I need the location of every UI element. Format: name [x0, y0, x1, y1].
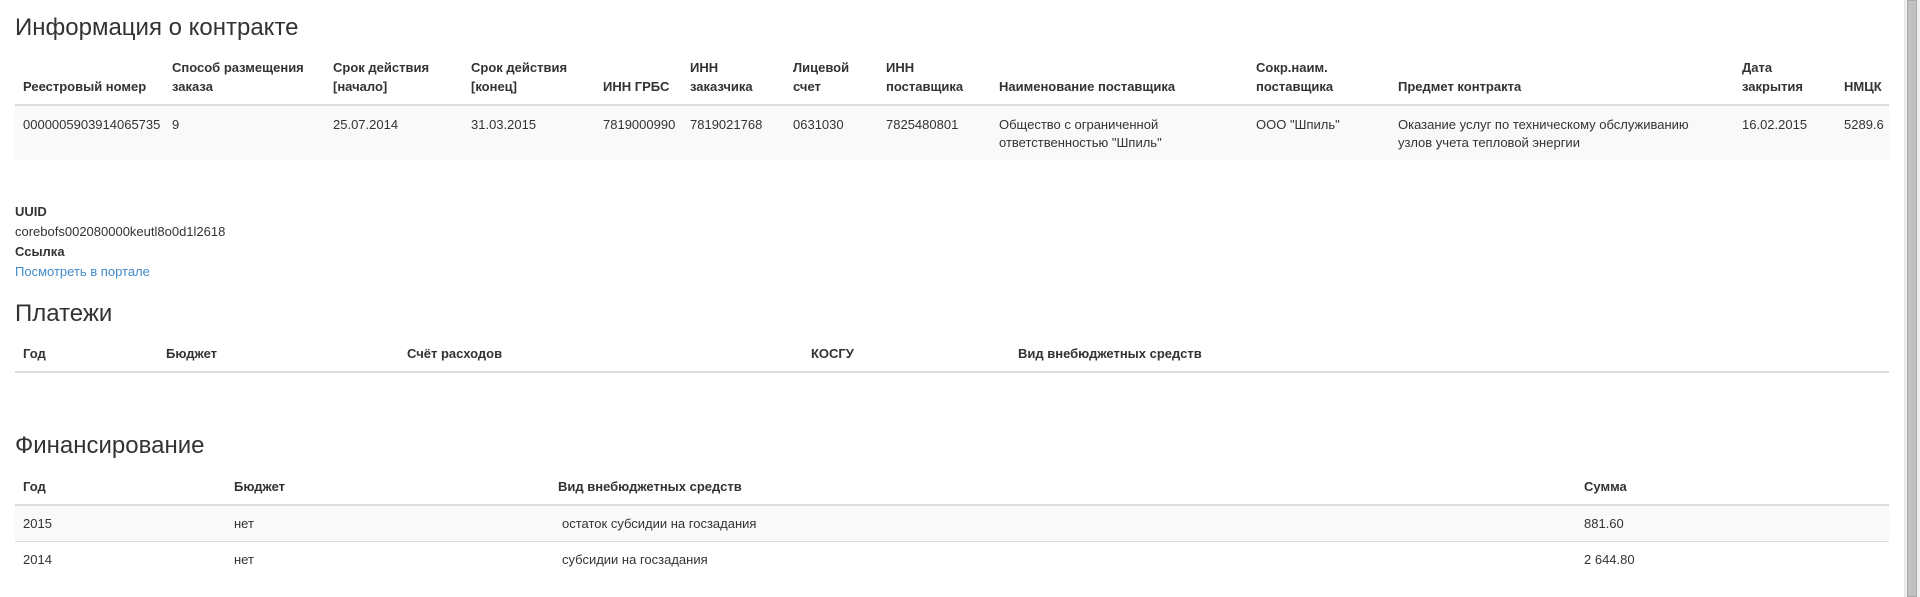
col-inn-supplier: ИНН поставщика	[878, 58, 991, 106]
col-budget: Бюджет	[158, 344, 399, 373]
col-term-end: Срок действия [конец]	[463, 58, 595, 106]
cell-supplier-short: ООО "Шпиль"	[1256, 117, 1340, 132]
col-account: Лицевой счет	[785, 58, 878, 106]
col-supplier-short: Сокр.наим. поставщика	[1248, 58, 1390, 106]
cell-offbudget-type: субсидии на госзадания	[562, 552, 708, 567]
cell-budget: нет	[234, 516, 254, 531]
cell-account: 0631030	[793, 117, 844, 132]
cell-subject: Оказание услуг по техническому обслужива…	[1398, 117, 1689, 150]
col-kosgu: КОСГУ	[803, 344, 1010, 373]
uuid-label: UUID	[15, 204, 47, 219]
col-inn-grbs: ИНН ГРБС	[595, 58, 682, 106]
col-registry-number: Реестровый номер	[15, 58, 164, 106]
contract-meta: UUID corebofs002080000keutl8o0d1l2618 Сс…	[15, 202, 225, 282]
cell-term-start: 25.07.2014	[333, 117, 399, 132]
col-offbudget-type: Вид внебюджетных средств	[1010, 344, 1889, 373]
payments-title: Платежи	[15, 300, 113, 327]
uuid-value: corebofs002080000keutl8o0d1l2618	[15, 224, 226, 239]
contract-header-row: Реестровый номер Способ размещения заказ…	[15, 58, 1889, 106]
vertical-scrollbar[interactable]	[1904, 0, 1920, 597]
page: Информация о контракте Реестровый номер …	[0, 0, 1920, 597]
cell-budget: нет	[234, 552, 254, 567]
col-year: Год	[15, 477, 226, 506]
col-year: Год	[15, 344, 158, 373]
col-supplier-name: Наименование поставщика	[991, 58, 1248, 106]
link-label: Ссылка	[15, 244, 65, 259]
financing-table: Год Бюджет Вид внебюджетных средств Сумм…	[15, 477, 1889, 577]
cell-inn-customer: 7819021768	[690, 117, 763, 132]
cell-year: 2014	[23, 552, 52, 567]
col-nmck: НМЦК	[1836, 58, 1889, 106]
cell-placement-method: 9	[172, 117, 180, 132]
financing-header-row: Год Бюджет Вид внебюджетных средств Сумм…	[15, 477, 1889, 506]
cell-close-date: 16.02.2015	[1742, 117, 1808, 132]
cell-supplier-name: Общество с ограниченной ответственностью…	[999, 117, 1162, 150]
col-budget: Бюджет	[226, 477, 550, 506]
cell-amount: 2 644.80	[1584, 552, 1635, 567]
cell-inn-grbs: 7819000990	[603, 117, 676, 132]
financing-title: Финансирование	[15, 432, 205, 459]
cell-registry-number: 0000005903914065735	[23, 117, 161, 132]
col-subject: Предмет контракта	[1390, 58, 1734, 106]
contract-table: Реестровый номер Способ размещения заказ…	[15, 58, 1889, 160]
col-close-date: Дата закрытия	[1734, 58, 1836, 106]
cell-amount: 881.60	[1584, 516, 1624, 531]
scrollbar-thumb[interactable]	[1907, 0, 1917, 597]
col-amount: Сумма	[1576, 477, 1889, 506]
cell-offbudget-type: остаток субсидии на госзадания	[562, 516, 757, 531]
col-placement-method: Способ размещения заказа	[164, 58, 325, 106]
cell-nmck: 5289.6	[1844, 117, 1884, 132]
cell-year: 2015	[23, 516, 52, 531]
payments-header-row: Год Бюджет Счёт расходов КОСГУ Вид внебю…	[15, 344, 1889, 373]
cell-inn-supplier: 7825480801	[886, 117, 959, 132]
contract-info-title: Информация о контракте	[15, 14, 299, 41]
col-offbudget-type: Вид внебюджетных средств	[550, 477, 1576, 506]
cell-term-end: 31.03.2015	[471, 117, 537, 132]
col-term-start: Срок действия [начало]	[325, 58, 463, 106]
col-expense-account: Счёт расходов	[399, 344, 803, 373]
table-row: 0000005903914065735 9 25.07.2014 31.03.2…	[15, 105, 1889, 160]
table-row: 2014 нет субсидии на госзадания 2 644.80	[15, 541, 1889, 578]
view-in-portal-link[interactable]: Посмотреть в портале	[15, 264, 150, 279]
payments-table: Год Бюджет Счёт расходов КОСГУ Вид внебю…	[15, 344, 1889, 373]
col-inn-customer: ИНН заказчика	[682, 58, 785, 106]
table-row: 2015 нет остаток субсидии на госзадания …	[15, 505, 1889, 542]
